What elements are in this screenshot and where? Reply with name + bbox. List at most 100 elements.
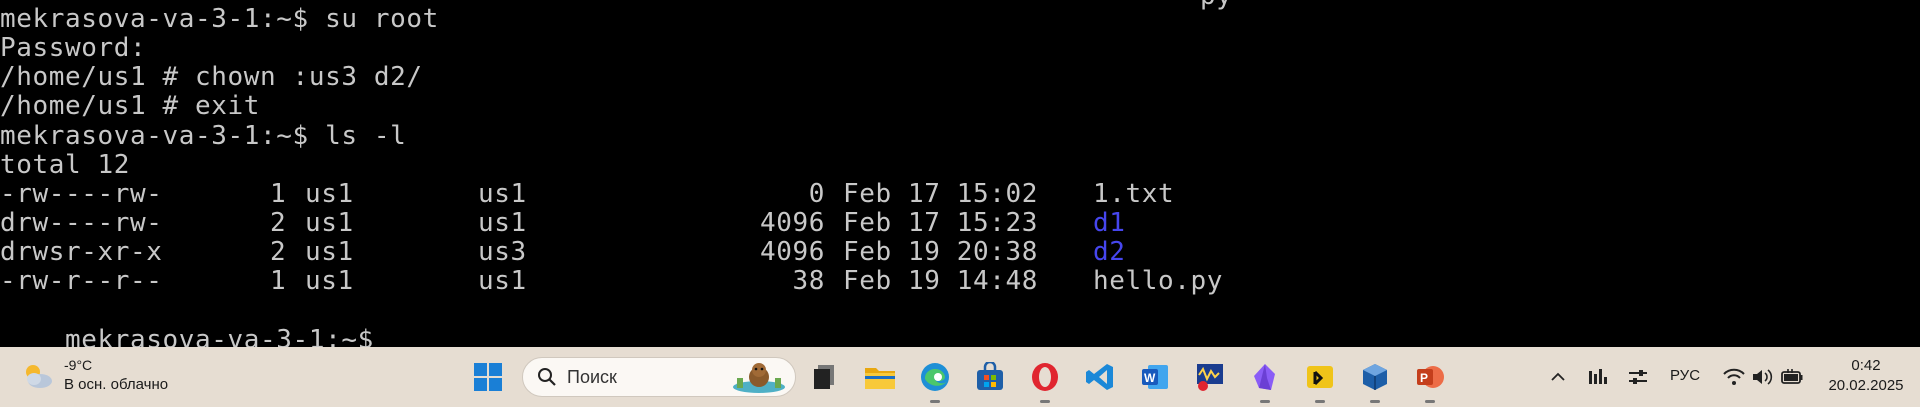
obsidian-button[interactable] (1245, 357, 1285, 403)
opera-icon (1032, 363, 1058, 391)
owner-cell: us1 (305, 266, 354, 296)
windows-logo-icon (474, 363, 502, 391)
size-cell: 4096 (759, 237, 825, 267)
listing-row: drwsr-xr-x 2 us1 us3 4096 Feb 19 20:38 d… (0, 238, 1300, 267)
weather-temp: -9°C (64, 357, 93, 373)
file-explorer-button[interactable] (860, 357, 900, 397)
listing-row: drw----rw- 2 us1 us1 4096 Feb 17 15:23 d… (0, 209, 1300, 238)
links-cell: 2 (270, 208, 287, 238)
date-cell: Feb 19 20:38 (843, 237, 1039, 267)
size-cell: 4096 (759, 208, 825, 238)
tray-app-button[interactable] (1586, 347, 1610, 407)
links-cell: 1 (270, 179, 287, 209)
edge-button[interactable] (915, 357, 955, 403)
store-button[interactable] (970, 357, 1010, 397)
size-cell: 0 (808, 179, 825, 209)
powerpoint-button[interactable]: P (1410, 357, 1450, 403)
wifi-icon (1723, 368, 1745, 385)
show-hidden-icons-button[interactable] (1548, 347, 1568, 407)
search-box[interactable]: Поиск (522, 357, 796, 397)
group-cell: us1 (478, 266, 527, 296)
battery-plug-icon (1781, 369, 1803, 384)
running-indicator (1425, 400, 1435, 403)
running-indicator (1040, 400, 1050, 403)
running-indicator (1370, 400, 1380, 403)
group-cell: us3 (478, 237, 527, 267)
group-cell: us1 (478, 179, 527, 209)
date-cell: Feb 17 15:02 (843, 179, 1039, 209)
dirname-cell: d1 (1093, 208, 1126, 238)
perm-cell: -rw-r--r-- (0, 266, 163, 296)
running-indicator (1260, 400, 1270, 403)
owner-cell: us1 (305, 208, 354, 238)
store-icon (977, 362, 1003, 390)
perm-cell: drw----rw- (0, 208, 163, 238)
terminal-window[interactable]: py mekrasova-va-3-1:~$ su root Password:… (0, 0, 1920, 347)
size-cell: 38 (792, 266, 825, 296)
filename-cell: hello.py (1093, 266, 1224, 296)
terminal-line: /home/us1 # exit (0, 91, 261, 121)
links-cell: 2 (270, 237, 287, 267)
vscode-icon (1086, 364, 1113, 390)
partly-cloudy-icon (26, 365, 52, 388)
task-view-button[interactable] (804, 357, 844, 397)
start-button[interactable] (468, 357, 508, 397)
putty-button[interactable] (1300, 357, 1340, 403)
terminal-line: mekrasova-va-3-1:~$ ls -l (0, 121, 407, 151)
terminal-line: /home/us1 # chown :us3 d2/ (0, 62, 423, 92)
terminal-partial-line: py (1200, 0, 1233, 11)
search-label: Поиск (567, 367, 617, 387)
powerpoint-icon: P (1417, 366, 1444, 388)
perm-cell: -rw----rw- (0, 179, 163, 209)
edge-icon (921, 363, 949, 391)
dirname-cell: d2 (1093, 237, 1126, 267)
terminal-line: Password: (0, 33, 147, 63)
oscilloscope-button[interactable] (1190, 357, 1230, 397)
owner-cell: us1 (305, 179, 354, 209)
battery-status[interactable] (1778, 347, 1806, 407)
scope-icon (1197, 364, 1223, 391)
tray-settings-button[interactable] (1626, 347, 1650, 407)
opera-button[interactable] (1025, 357, 1065, 403)
terminal-line: mekrasova-va-3-1:~$ su root (0, 4, 439, 34)
filename-cell: 1.txt (1093, 179, 1175, 209)
clock-date: 20.02.2025 (1828, 377, 1904, 394)
virtualbox-icon (1363, 364, 1387, 390)
virtualbox-button[interactable] (1355, 357, 1395, 403)
links-cell: 1 (270, 266, 287, 296)
date-cell: Feb 19 14:48 (843, 266, 1039, 296)
obsidian-icon (1254, 364, 1275, 390)
terminal-prompt-line[interactable]: mekrasova-va-3-1:~$ (0, 297, 396, 348)
search-icon (538, 368, 556, 386)
speaker-icon (1753, 369, 1773, 385)
volume-status[interactable] (1750, 347, 1774, 407)
prompt-text: mekrasova-va-3-1:~$ (65, 325, 374, 348)
group-cell: us1 (478, 208, 527, 238)
weather-condition: В осн. облачно (64, 376, 169, 393)
language-indicator[interactable]: РУС (1670, 367, 1700, 384)
word-button[interactable]: W (1135, 357, 1175, 397)
svg-text:W: W (1144, 371, 1156, 385)
meter-icon (1589, 369, 1607, 384)
chevron-up-icon (1551, 372, 1565, 381)
listing-row: -rw-r--r-- 1 us1 us1 38 Feb 19 14:48 hel… (0, 267, 1300, 296)
running-indicator (1315, 400, 1325, 403)
wifi-status[interactable] (1722, 347, 1746, 407)
listing-row: -rw----rw- 1 us1 us1 0 Feb 17 15:02 1.tx… (0, 180, 1300, 209)
weather-widget[interactable]: -9°C В осн. облачно (20, 355, 200, 399)
terminal-line: total 12 (0, 150, 131, 180)
clock[interactable]: 0:42 20.02.2025 (1820, 356, 1912, 396)
owner-cell: us1 (305, 237, 354, 267)
task-view-icon (814, 365, 834, 389)
date-cell: Feb 17 15:23 (843, 208, 1039, 238)
sliders-icon (1629, 370, 1647, 384)
terminal-app-icon (1307, 366, 1333, 388)
svg-text:P: P (1420, 371, 1428, 385)
running-indicator (930, 400, 940, 403)
clock-time: 0:42 (1851, 357, 1881, 374)
perm-cell: drwsr-xr-x (0, 237, 163, 267)
taskbar: -9°C В осн. облачно Поиск W P РУС 0:42 2… (0, 347, 1920, 407)
vscode-button[interactable] (1080, 357, 1120, 397)
otter-icon (733, 363, 785, 393)
folder-icon (865, 368, 895, 389)
